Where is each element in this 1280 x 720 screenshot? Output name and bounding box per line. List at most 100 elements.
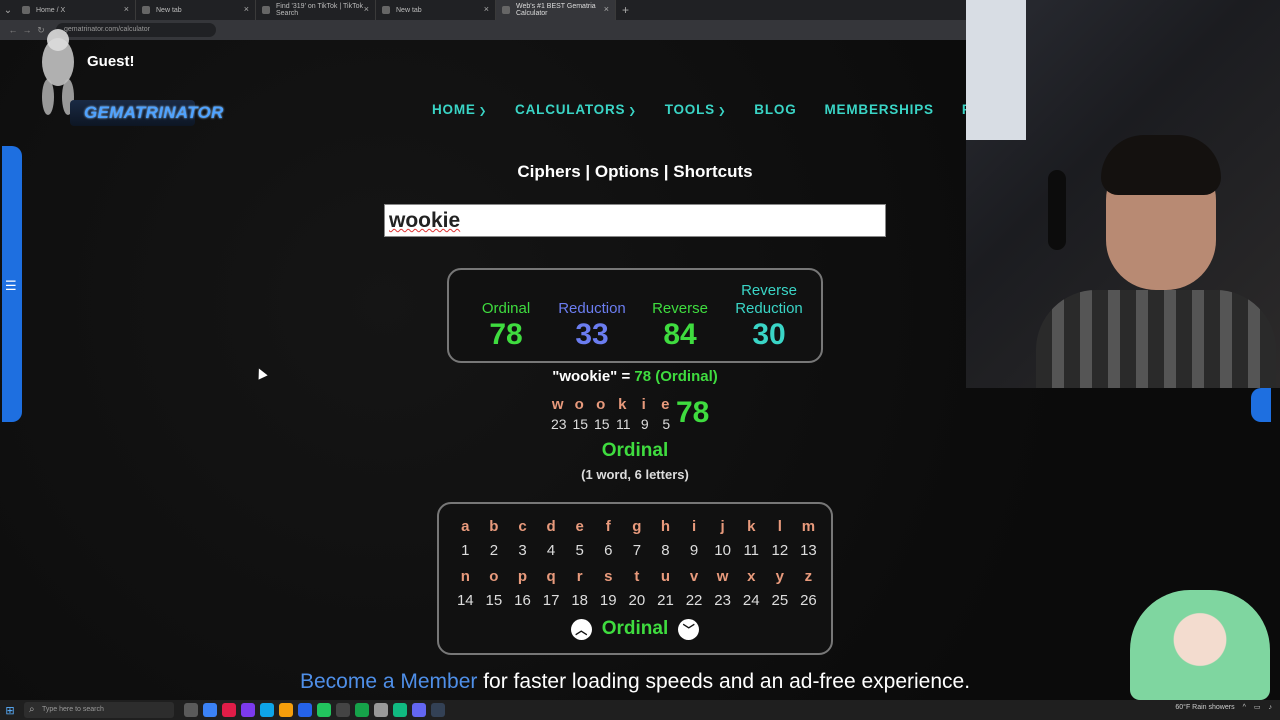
- task-view-icon[interactable]: [184, 703, 198, 717]
- cipher-switcher: ︿ Ordinal ﹀: [439, 618, 831, 640]
- result-reverse[interactable]: Reverse 84: [645, 282, 715, 352]
- browser-tab[interactable]: New tab ×: [136, 0, 256, 20]
- start-icon[interactable]: ⊞: [0, 704, 20, 717]
- close-tab-icon[interactable]: ×: [604, 4, 609, 14]
- nav-blog[interactable]: BLOG: [754, 102, 796, 117]
- breakdown-cipher-name: Ordinal: [601, 440, 669, 461]
- chart-letter: g: [632, 518, 642, 535]
- nav-home[interactable]: HOME ❯: [432, 102, 487, 117]
- browser-tab[interactable]: New tab ×: [376, 0, 496, 20]
- letter-cell: o 15: [593, 396, 610, 432]
- chart-value: 18: [571, 592, 589, 609]
- list-menu-icon[interactable]: ☰: [5, 278, 17, 294]
- chart-value: 2: [489, 542, 499, 559]
- chart-value: 20: [628, 592, 646, 609]
- letter-cell: e5: [661, 396, 672, 432]
- nav-memberships[interactable]: MEMBERSHIPS: [825, 102, 934, 117]
- app-icon[interactable]: [355, 703, 369, 717]
- letter-cell: o 15: [572, 396, 589, 432]
- gematrinator-favicon-icon: [502, 6, 510, 14]
- result-reduction[interactable]: Reduction 33: [551, 282, 633, 352]
- chevron-up-icon[interactable]: ^: [1243, 704, 1246, 711]
- chart-letter: u: [660, 568, 671, 585]
- chart-letter: w: [716, 568, 729, 585]
- chart-value: 21: [657, 592, 674, 609]
- chart-letter: o: [489, 568, 499, 585]
- new-tab-icon[interactable]: +: [622, 3, 629, 17]
- site-logo[interactable]: GEMATRINATOR: [70, 100, 223, 126]
- chart-value: 7: [632, 542, 642, 559]
- chart-letter: b: [489, 518, 499, 535]
- letter-cell: k 11: [615, 396, 631, 432]
- chart-letter: n: [460, 568, 470, 585]
- chart-letter: e: [575, 518, 584, 535]
- chart-value: 15: [485, 592, 503, 609]
- chart-letter: f: [605, 518, 611, 535]
- nav-calculators[interactable]: CALCULATORS ❯: [515, 102, 637, 117]
- chrome-icon[interactable]: [374, 703, 388, 717]
- chart-letter: r: [576, 568, 583, 585]
- chart-value: 8: [661, 542, 670, 559]
- close-tab-icon[interactable]: ×: [244, 4, 249, 14]
- close-tab-icon[interactable]: ×: [364, 4, 369, 14]
- chevron-down-icon: ❯: [628, 106, 637, 116]
- volume-icon[interactable]: ♪: [1269, 704, 1273, 711]
- steam-icon[interactable]: [431, 703, 445, 717]
- phrase-input[interactable]: wookie: [384, 204, 886, 237]
- chart-letter: c: [518, 518, 527, 535]
- letter-cell: w 23: [550, 396, 567, 432]
- chart-value: 4: [546, 542, 556, 559]
- chart-letter: y: [775, 568, 784, 585]
- chevron-up-icon[interactable]: ︿: [570, 618, 592, 640]
- chart-value: 25: [771, 592, 789, 609]
- chevron-down-icon: ❯: [717, 106, 727, 116]
- chart-value: 3: [518, 542, 527, 559]
- discord-icon[interactable]: [412, 703, 426, 717]
- browser-tab[interactable]: Home / X ×: [16, 0, 136, 20]
- close-tab-icon[interactable]: ×: [484, 4, 489, 14]
- main-nav: HOME ❯ CALCULATORS ❯ TOOLS ❯ BLOG MEMBERSHI…: [432, 102, 981, 117]
- app-icon[interactable]: [260, 703, 274, 717]
- chevron-down-icon[interactable]: ﹀: [678, 618, 700, 640]
- screen: { "browser": { "tabs": [ {"title": "Home…: [0, 0, 1280, 720]
- weather-widget[interactable]: 60°F Rain showers: [1175, 704, 1234, 711]
- newtab-favicon-icon: [142, 6, 150, 14]
- app-icon[interactable]: [241, 703, 255, 717]
- webcam-overlay: [966, 0, 1280, 388]
- chart-value: 13: [800, 542, 817, 559]
- become-member-link[interactable]: Become a Member: [300, 670, 477, 693]
- back-icon[interactable]: ←: [6, 25, 20, 35]
- cipher-chart-grid: a b c d e f g h i j k l m 1 2 3 4 5 6 7 8 9 10 11 12 13 n o p q r s t u v w…: [451, 518, 823, 618]
- nav-tools[interactable]: TOOLS ❯: [665, 102, 727, 117]
- chart-letter: m: [801, 518, 816, 535]
- right-side-tab[interactable]: [1251, 388, 1271, 422]
- app-icon[interactable]: [317, 703, 331, 717]
- cipher-chart: a b c d e f g h i j k l m 1 2 3 4 5 6 7 8 9 10 11 12 13 n o p q r s t u v w…: [437, 502, 833, 655]
- chart-letter: j: [720, 518, 725, 535]
- tab-list-icon[interactable]: ⌄: [0, 0, 16, 20]
- chart-value: 6: [604, 542, 613, 559]
- browser-tab[interactable]: Find '319' on TikTok | TikTok Search ×: [256, 0, 376, 20]
- taskbar-search[interactable]: Type here to search: [24, 702, 174, 718]
- anime-avatar-overlay: [1130, 590, 1270, 700]
- app-icon[interactable]: [393, 703, 407, 717]
- chart-letter: x: [747, 568, 756, 585]
- result-reverse-reduction[interactable]: Reverse Reduction 30: [727, 282, 811, 352]
- app-icon[interactable]: [203, 703, 217, 717]
- result-ordinal[interactable]: Ordinal 78: [471, 282, 541, 352]
- app-icon[interactable]: [336, 703, 350, 717]
- app-icon[interactable]: [222, 703, 236, 717]
- chart-letter: z: [804, 568, 813, 585]
- chart-letter: h: [660, 518, 671, 535]
- folder-icon[interactable]: [279, 703, 293, 717]
- chart-value: 22: [685, 592, 703, 609]
- close-tab-icon[interactable]: ×: [124, 4, 129, 14]
- chart-letter: t: [634, 568, 640, 585]
- browser-tab-active[interactable]: Web's #1 BEST Gematria Calculator ×: [496, 0, 616, 20]
- tiktok-favicon-icon: [262, 6, 270, 14]
- app-icon[interactable]: [298, 703, 312, 717]
- network-icon[interactable]: ▭: [1254, 703, 1261, 711]
- chart-value: 11: [743, 542, 760, 559]
- chart-value: 23: [714, 592, 731, 609]
- chart-letter: d: [546, 518, 556, 535]
